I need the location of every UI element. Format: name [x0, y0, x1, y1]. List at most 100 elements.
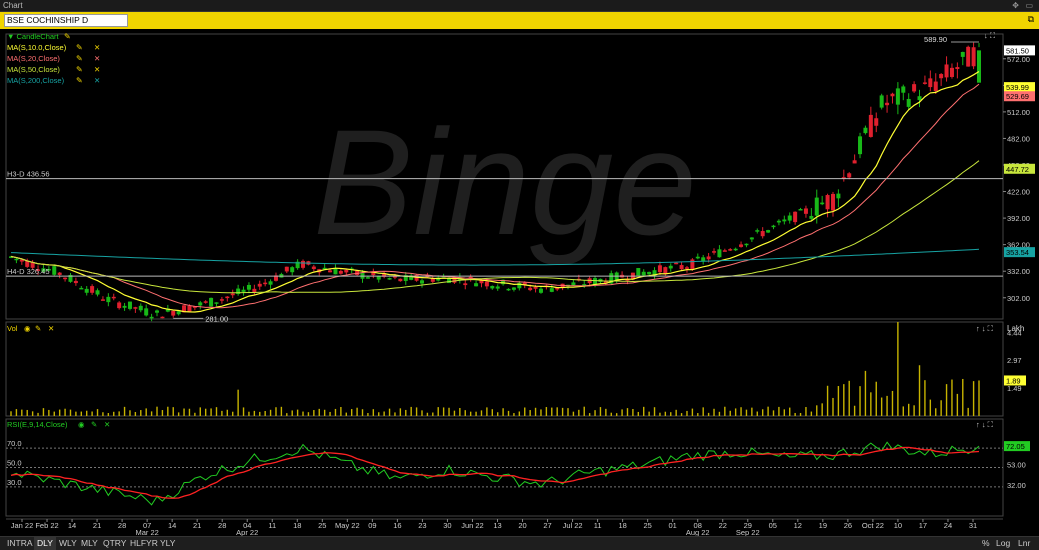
candle-body	[160, 316, 165, 319]
visibility-icon: ◉	[24, 324, 31, 333]
candle-body	[430, 278, 435, 282]
volume-bar	[318, 408, 320, 416]
xaxis-tick-label: 12	[794, 521, 802, 530]
legend-vol: Vol	[7, 324, 18, 333]
candle-body	[73, 280, 78, 284]
candle-body	[701, 257, 706, 262]
chart-area[interactable]: Binge H3-D 436.56 H4-D 326.45 589.90 281.00 5…	[0, 29, 1039, 537]
volume-bar	[86, 410, 88, 416]
candle-body	[463, 283, 468, 286]
volume-bar	[664, 411, 667, 416]
candle-body	[241, 289, 246, 292]
tf-intra[interactable]: INTRA	[4, 537, 36, 550]
volume-bar	[394, 412, 396, 416]
xaxis-tick-label: 18	[293, 521, 301, 530]
price-tick-label: 302.00	[1007, 294, 1030, 303]
xaxis-tick-label: 09	[368, 521, 376, 530]
tf-quarterly[interactable]: QTRY	[100, 537, 129, 550]
volume-bar	[935, 408, 937, 416]
volume-bar	[670, 412, 672, 416]
volume-bar	[626, 408, 629, 416]
xaxis-month-label: Apr 22	[236, 528, 258, 536]
candle-body	[14, 258, 19, 261]
candle-body	[868, 114, 873, 137]
volume-bar	[902, 406, 904, 416]
candle-body	[549, 288, 554, 292]
tf-weekly[interactable]: WLY	[56, 537, 80, 550]
candle-body	[84, 288, 89, 293]
xaxis-tick-label: 31	[969, 521, 977, 530]
volume-bar	[31, 411, 34, 416]
volume-bar	[134, 412, 137, 416]
candle-body	[198, 302, 203, 306]
candle-body	[387, 278, 392, 280]
volume-bar	[767, 406, 769, 416]
hline-label-0: H3-D 436.56	[7, 170, 50, 179]
candle-body	[328, 270, 333, 273]
candle-body	[495, 286, 500, 289]
tf-halfyearly[interactable]: HLFYR	[127, 537, 161, 550]
volume-bar	[140, 410, 142, 416]
candle-body	[712, 251, 717, 253]
volume-bar	[188, 408, 191, 416]
linear-scale[interactable]: Lnr	[1018, 537, 1030, 550]
volume-bar	[524, 407, 526, 416]
volume-bar	[924, 380, 926, 416]
volume-bar	[356, 407, 358, 416]
candle-body	[771, 225, 776, 228]
volume-bar	[724, 406, 726, 416]
expand-icon[interactable]: ▭	[1025, 0, 1033, 11]
xaxis-tick-label: 01	[669, 521, 677, 530]
volume-bar	[756, 411, 758, 416]
xaxis-tick-label: Jun 22	[461, 521, 484, 530]
xaxis-tick-label: 21	[93, 521, 101, 530]
volume-bar	[837, 386, 840, 416]
restore-icon[interactable]: ⧉	[1028, 14, 1034, 25]
tf-monthly[interactable]: MLY	[78, 537, 101, 550]
volume-bar	[323, 409, 326, 416]
volume-bar	[350, 409, 353, 416]
volume-bar	[442, 407, 445, 416]
candle-body	[257, 283, 262, 287]
volume-bar	[729, 410, 731, 416]
symbol-input[interactable]: BSE COCHINSHIP D	[4, 14, 128, 27]
log-scale[interactable]: Log	[996, 537, 1010, 550]
candle-body	[782, 219, 787, 222]
volume-panel-frame	[5, 321, 1004, 417]
candle-body	[852, 160, 857, 164]
volume-bar	[859, 386, 861, 416]
tf-daily[interactable]: DLY	[34, 537, 56, 550]
percent-scale[interactable]: %	[982, 537, 990, 550]
candle-body	[793, 211, 798, 223]
xaxis-tick-label: 25	[318, 521, 326, 530]
volume-bar	[302, 411, 304, 416]
volume-bar	[561, 407, 564, 416]
volume-bar	[172, 407, 174, 416]
price-panel-controls-icon: ↓ ⛶	[984, 31, 996, 40]
volume-bar	[286, 413, 288, 416]
pin-icon[interactable]: ✥	[1012, 0, 1019, 11]
xaxis-tick-label: 23	[418, 521, 426, 530]
volume-bar	[621, 409, 623, 416]
candle-body	[301, 260, 306, 268]
xaxis-tick-label: 05	[769, 521, 777, 530]
volume-bar	[15, 409, 18, 416]
candle-body	[117, 302, 122, 309]
volume-bar	[421, 410, 423, 416]
visibility-icon: ◉	[78, 420, 85, 429]
volume-bar	[237, 389, 239, 416]
legend-ma10: MA(S,10.0,Close)	[7, 43, 67, 52]
tf-yearly[interactable]: YLY	[157, 537, 178, 550]
candle-body	[657, 265, 662, 273]
volume-bar	[832, 397, 834, 416]
candle-body	[922, 82, 927, 84]
xaxis-tick-label: 22	[719, 521, 727, 530]
xaxis-tick-label: 21	[193, 521, 201, 530]
candle-body	[874, 118, 879, 126]
volume-bar	[367, 412, 369, 416]
candle-body	[847, 173, 852, 178]
candle-body	[90, 286, 95, 293]
candle-body	[79, 287, 84, 290]
volume-bar	[870, 392, 872, 416]
volume-bar	[507, 410, 510, 416]
